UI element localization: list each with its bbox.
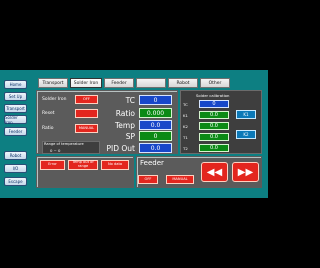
- calibration-title: Solder calibration: [196, 92, 230, 98]
- reset-label: Reset: [42, 111, 55, 116]
- cal-k2-button[interactable]: K2: [236, 130, 256, 139]
- sp-label: SP: [125, 131, 135, 141]
- sidebar-item-escape[interactable]: Escape: [4, 177, 27, 186]
- pid-out-label: PID Out: [106, 143, 136, 153]
- temp-value: 0.0: [139, 120, 172, 130]
- solder-iron-off-button[interactable]: OFF: [75, 95, 98, 104]
- cal-t2-value[interactable]: 0.0: [199, 144, 229, 152]
- no-data-button[interactable]: No data: [101, 160, 129, 170]
- cal-k2-label: K2: [183, 123, 188, 129]
- ratio-manual-button[interactable]: MANUAL: [75, 124, 98, 133]
- cal-tc-label: TC: [183, 101, 188, 107]
- sidebar-item-setup[interactable]: Set Up: [4, 92, 27, 101]
- sidebar-item-feeder[interactable]: Feeder: [4, 127, 27, 136]
- cal-k2-value[interactable]: 0.0: [199, 122, 229, 130]
- cal-t2-label: T2: [183, 145, 188, 151]
- sidebar-item-solder-iron[interactable]: Solder Iron: [4, 115, 27, 125]
- sidebar-item-robot[interactable]: Robot: [4, 151, 27, 160]
- temp-out-of-range-button[interactable]: Temp out of range: [68, 160, 98, 170]
- cal-k1-value[interactable]: 0.0: [199, 111, 229, 119]
- tab-other[interactable]: Other: [200, 78, 230, 88]
- range-value: 0 ~ 0: [50, 147, 61, 153]
- feeder-manual-button[interactable]: MANUAL: [166, 175, 194, 184]
- ratio-mode-label: Ratio: [42, 126, 54, 131]
- feeder-forward-icon[interactable]: ▶▶: [232, 162, 259, 182]
- sidebar-item-home[interactable]: Home: [4, 80, 27, 89]
- cal-t1-value[interactable]: 0.0: [199, 133, 229, 141]
- tab-solder-iron[interactable]: Solder Iron: [70, 78, 102, 88]
- solder-iron-label: Solder Iron: [42, 97, 67, 102]
- tab-blank[interactable]: [136, 78, 166, 88]
- tab-feeder[interactable]: Feeder: [104, 78, 134, 88]
- sidebar-item-transport[interactable]: Transport: [4, 104, 27, 113]
- cal-t1-label: T1: [183, 134, 188, 140]
- cal-tc-value: 0: [199, 100, 229, 108]
- sidebar-item-io[interactable]: I/O: [4, 164, 27, 173]
- feeder-off-button[interactable]: OFF: [138, 175, 158, 184]
- ratio-label: Ratio: [115, 108, 135, 118]
- feeder-title: Feeder: [140, 159, 164, 167]
- error-button[interactable]: Error: [40, 160, 65, 170]
- pid-out-value: 0.0: [139, 143, 172, 153]
- cal-k1-button[interactable]: K1: [236, 110, 256, 119]
- tab-transport[interactable]: Transport: [38, 78, 68, 88]
- tc-label: TC: [125, 95, 135, 105]
- cal-k1-label: K1: [183, 112, 188, 118]
- feeder-reverse-icon[interactable]: ◀◀: [201, 162, 228, 182]
- tab-robot[interactable]: Robot: [168, 78, 198, 88]
- ratio-value: 0.000: [139, 108, 172, 118]
- temp-label: Temp: [115, 120, 135, 130]
- sp-value: 0: [139, 131, 172, 141]
- tc-value: 0: [139, 95, 172, 105]
- reset-button[interactable]: [75, 109, 98, 118]
